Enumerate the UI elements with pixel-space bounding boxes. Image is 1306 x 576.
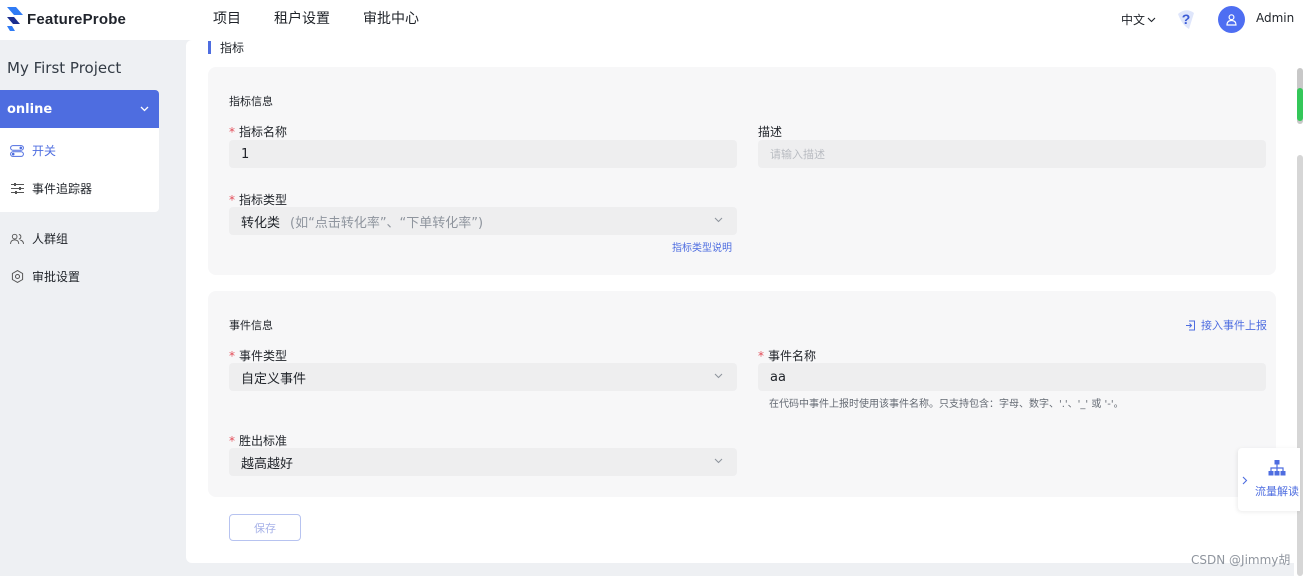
external-link-icon	[1186, 320, 1195, 330]
hierarchy-icon	[1268, 460, 1286, 476]
scrollbar-thumb-secondary[interactable]	[1297, 155, 1303, 576]
metric-name-label-text: 指标名称	[239, 125, 288, 139]
event-type-select[interactable]: 自定义事件	[229, 363, 737, 391]
main-nav: 项目 租户设置 审批中心	[213, 10, 452, 28]
win-criteria-select[interactable]: 越高越好	[229, 448, 737, 476]
section-title: 指标	[208, 40, 245, 55]
nav-item-tenant-settings[interactable]: 租户设置	[274, 10, 330, 28]
event-type-label: * 事件类型	[229, 347, 287, 364]
main-content: 指标 指标信息 * 指标名称 1 描述 请输入描述 * 指标类型 转化类 (如“点击…	[186, 40, 1306, 563]
nav-item-approval-center[interactable]: 审批中心	[363, 10, 419, 28]
avatar[interactable]	[1218, 6, 1245, 33]
project-name: My First Project	[7, 59, 122, 77]
scroll-indicator	[1297, 88, 1303, 121]
gear-icon	[10, 270, 24, 284]
save-button[interactable]: 保存	[229, 514, 301, 541]
event-info-card: 事件信息 接入事件上报 * 事件类型 自定义事件 * 事件名称 aa 在代码中事件上…	[208, 291, 1276, 497]
required-mark: *	[229, 125, 235, 139]
sidebar-item-label: 开关	[32, 144, 57, 158]
sidebar-item-event-tracker[interactable]: 事件追踪器	[10, 180, 92, 197]
sidebar-item-approval-settings[interactable]: 审批设置	[10, 268, 80, 285]
required-mark: *	[758, 349, 764, 363]
description-input[interactable]: 请输入描述	[758, 140, 1266, 168]
logo[interactable]: FeatureProbe	[7, 6, 126, 32]
metric-type-help-link[interactable]: 指标类型说明	[672, 239, 732, 254]
connect-event-link[interactable]: 接入事件上报	[1185, 317, 1267, 333]
event-name-help: 在代码中事件上报时使用该事件名称。只支持包含：字母、数字、'.'、'_' 或 '…	[769, 399, 1124, 410]
users-icon	[10, 232, 24, 246]
metric-type-label-text: 指标类型	[239, 193, 288, 207]
win-criteria-value: 越高越好	[241, 456, 294, 472]
sliders-icon	[10, 182, 24, 196]
event-type-value: 自定义事件	[241, 371, 307, 387]
user-name[interactable]: Admin	[1256, 11, 1294, 25]
traffic-analysis-panel[interactable]: 流量解读	[1238, 448, 1300, 511]
section-title-text: 指标	[220, 40, 245, 55]
metric-name-input[interactable]: 1	[229, 140, 737, 168]
environment-label: online	[7, 101, 53, 117]
metric-type-label: * 指标类型	[229, 191, 287, 208]
metric-type-value: 转化类	[241, 215, 281, 231]
chevron-down-icon	[714, 217, 723, 223]
sidebar: My First Project online 开关 事件追踪器 人群组 审批设…	[0, 40, 186, 576]
chevron-down-icon	[1147, 17, 1156, 22]
connect-event-label: 接入事件上报	[1201, 319, 1267, 332]
description-label: 描述	[758, 125, 783, 139]
event-name-input[interactable]: aa	[758, 363, 1266, 391]
event-type-label-text: 事件类型	[239, 349, 288, 363]
sidebar-item-segments[interactable]: 人群组	[10, 230, 68, 247]
required-mark: *	[229, 193, 235, 207]
top-bar: FeatureProbe 项目 租户设置 审批中心 中文 ? Admin	[0, 0, 1306, 40]
nav-item-projects[interactable]: 项目	[213, 10, 241, 28]
logo-mark-icon	[7, 7, 23, 31]
chevron-right-icon	[1242, 476, 1248, 485]
sidebar-item-label: 审批设置	[32, 270, 81, 284]
metric-info-card: 指标信息 * 指标名称 1 描述 请输入描述 * 指标类型 转化类 (如“点击转化率…	[208, 67, 1276, 275]
user-icon	[1226, 14, 1237, 26]
svg-text:?: ?	[1182, 11, 1191, 27]
logo-text: FeatureProbe	[27, 10, 127, 28]
win-criteria-label: * 胜出标准	[229, 432, 287, 449]
language-label: 中文	[1121, 13, 1146, 27]
card-title: 事件信息	[229, 319, 273, 332]
sidebar-item-label: 人群组	[32, 232, 69, 246]
sidebar-item-label: 事件追踪器	[32, 182, 93, 196]
chevron-down-icon	[140, 106, 149, 112]
traffic-analysis-label: 流量解读	[1255, 485, 1299, 498]
event-name-label-text: 事件名称	[768, 349, 817, 363]
toggle-icon	[10, 144, 24, 158]
section-accent-bar	[208, 40, 211, 54]
required-mark: *	[229, 434, 235, 448]
win-criteria-label-text: 胜出标准	[239, 434, 288, 448]
chevron-down-icon	[714, 458, 723, 464]
environment-selector[interactable]: online	[0, 90, 159, 128]
chevron-down-icon	[714, 373, 723, 379]
watermark: CSDN @Jimmy胡	[1191, 553, 1291, 567]
required-mark: *	[229, 349, 235, 363]
environment-menu: 开关 事件追踪器	[0, 128, 159, 212]
metric-name-label: * 指标名称	[229, 123, 287, 140]
help-icon[interactable]: ?	[1174, 7, 1198, 31]
metric-type-select[interactable]: 转化类 (如“点击转化率”、“下单转化率”)	[229, 207, 737, 235]
language-selector[interactable]: 中文	[1121, 11, 1156, 28]
card-title: 指标信息	[229, 95, 273, 108]
metric-type-hint: (如“点击转化率”、“下单转化率”)	[290, 215, 484, 231]
event-name-label: * 事件名称	[758, 347, 816, 364]
sidebar-item-toggles[interactable]: 开关	[10, 142, 56, 159]
